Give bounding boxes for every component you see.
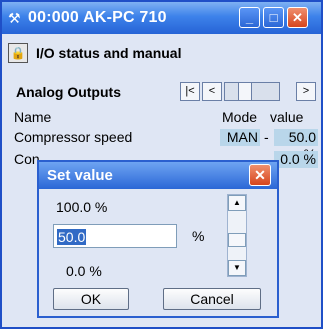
dialog-title-bar[interactable]: Set value ✕	[39, 162, 277, 189]
set-value-dialog: Set value ✕ 100.0 % 50.0 % 0.0 % ▲ ▼ OK …	[37, 160, 279, 318]
column-header-mode: Mode	[222, 109, 258, 125]
slider-down-button[interactable]: ▼	[228, 260, 246, 276]
max-value-label: 100.0 %	[56, 199, 108, 215]
maximize-button[interactable]: □	[263, 7, 284, 28]
row-value-cell[interactable]: 50.0 %	[274, 129, 318, 162]
slider-thumb[interactable]	[228, 233, 246, 247]
nav-next-button[interactable]: >	[296, 82, 316, 101]
dialog-title: Set value	[47, 167, 113, 184]
title-bar[interactable]: ⚒ 00:000 AK-PC 710 _ □ ✕	[2, 2, 321, 34]
column-header-value: value	[270, 109, 304, 125]
slider-up-button[interactable]: ▲	[228, 195, 246, 211]
cancel-button[interactable]: Cancel	[163, 288, 261, 310]
wrench-icon: ⚒	[8, 10, 21, 26]
nav-prev-button[interactable]: <	[202, 82, 222, 101]
row-value-cell[interactable]: 0.0 %	[274, 151, 318, 168]
row-mode-cell[interactable]: MAN	[220, 129, 260, 146]
min-value-label: 0.0 %	[66, 263, 102, 279]
row-name: Compressor speed	[14, 129, 133, 145]
row-separator: -	[264, 129, 269, 145]
dialog-close-button[interactable]: ✕	[249, 164, 271, 186]
nav-first-button[interactable]: |<	[180, 82, 200, 101]
row-name: Con	[14, 151, 40, 167]
section-title: I/O status and manual	[36, 45, 182, 61]
nav-scroll-track[interactable]	[224, 82, 280, 101]
value-slider[interactable]: ▲ ▼	[227, 194, 247, 277]
window-title: 00:000 AK-PC 710	[28, 9, 167, 26]
lock-icon[interactable]: 🔒	[8, 43, 28, 63]
ok-button[interactable]: OK	[53, 288, 129, 310]
analog-outputs-title: Analog Outputs	[16, 84, 121, 100]
close-button[interactable]: ✕	[287, 7, 308, 28]
nav-scroll-thumb[interactable]	[238, 82, 252, 101]
value-input-text[interactable]: 50.0	[57, 229, 87, 245]
column-header-name: Name	[14, 109, 52, 125]
minimize-button[interactable]: _	[239, 7, 260, 28]
unit-label: %	[192, 228, 205, 244]
